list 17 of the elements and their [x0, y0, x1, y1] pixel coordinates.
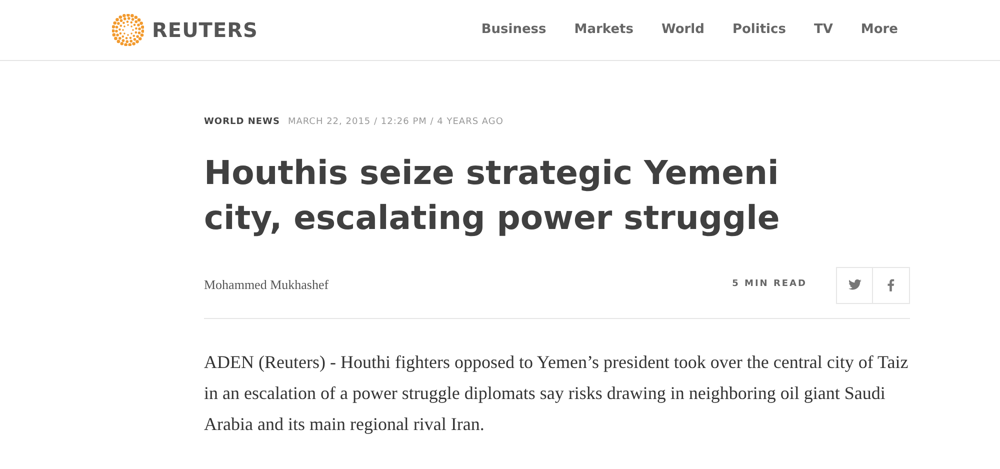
twitter-button[interactable] — [836, 266, 873, 304]
section-link[interactable]: WORLD NEWS — [204, 116, 280, 130]
dateline: MARCH 22, 2015 / 12:26 PM / 4 YEARS AGO — [288, 116, 504, 129]
headline: Houthis seize strategic Yemeni city, escalating power struggle — [204, 152, 781, 238]
bird-icon — [848, 278, 862, 292]
facebook-button[interactable] — [873, 266, 910, 304]
brand-name[interactable]: REUTERS — [152, 15, 258, 45]
nav-link[interactable]: Business — [481, 20, 546, 40]
logo-icon[interactable] — [112, 14, 144, 46]
nav-link[interactable]: Markets — [574, 20, 634, 40]
nav-link[interactable]: World — [661, 20, 704, 40]
nav-link[interactable]: More — [860, 20, 898, 40]
read-time: 5 MIN READ — [732, 278, 807, 292]
article-paragraph: ADEN (Reuters) - Houthi fighters opposed to Yemen’s president took over the central city of Taiz in an escalation of a power struggle diplomats say risks drawing in neighboring oil giant Saudi Arabia and its main regional rival Iran. — [204, 350, 910, 436]
nav-link[interactable]: Politics — [732, 20, 786, 40]
nav-link[interactable]: TV — [814, 20, 833, 40]
author-link[interactable]: Mohammed Mukhashef — [204, 275, 329, 295]
